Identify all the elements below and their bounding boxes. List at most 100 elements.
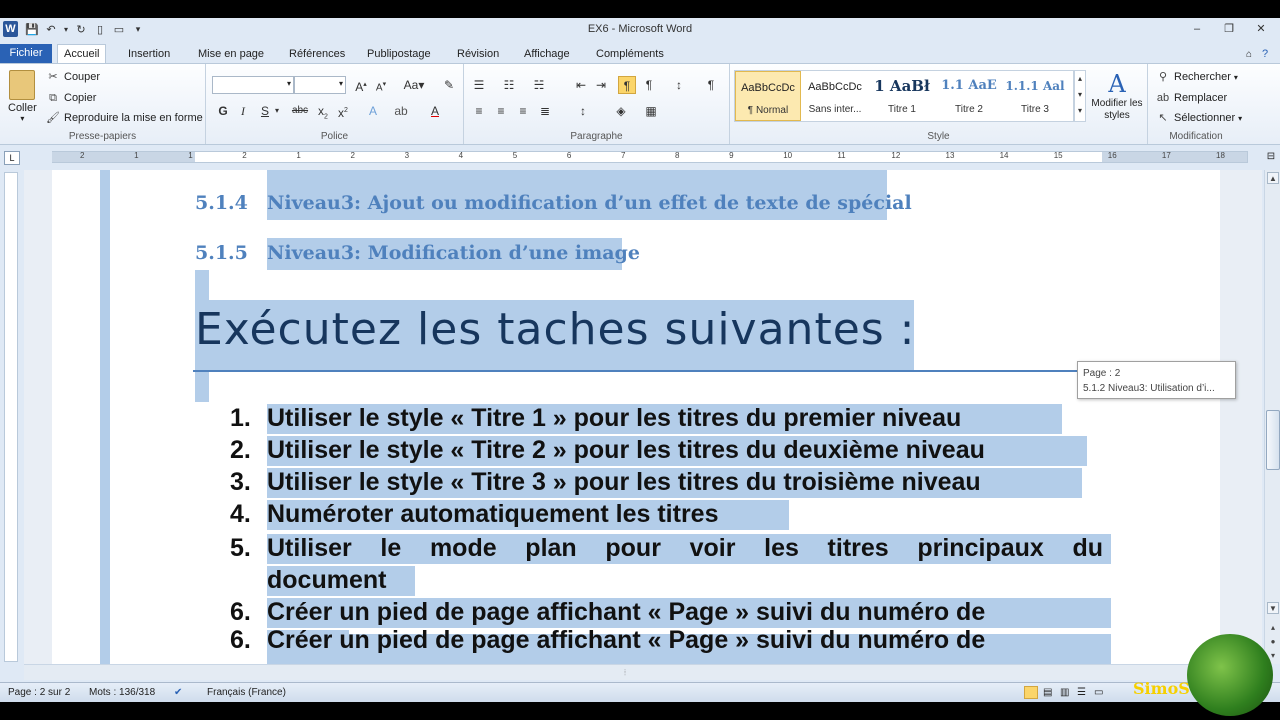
replace-button[interactable]: ab Remplacer [1156,91,1227,105]
vertical-scrollbar[interactable]: ▲ ▼ ▴ ● ▾ [1264,170,1280,664]
find-button[interactable]: ⚲ Rechercher ▾ [1156,70,1238,84]
tab-publipostage[interactable]: Publipostage [361,45,437,64]
tab-complements[interactable]: Compléments [590,45,670,64]
font-color-icon[interactable]: A [426,102,444,120]
underline-dropdown-icon[interactable]: ▾ [272,102,282,120]
strikethrough-icon[interactable]: abc [288,102,312,120]
close-button[interactable]: ✕ [1250,21,1272,37]
style-titre-2[interactable]: 1.1 AaE Titre 2 [936,71,1002,121]
print-layout-icon[interactable] [1024,686,1038,699]
style-sans-interligne[interactable]: AaBbCcDc Sans inter... [802,71,868,121]
show-marks-icon[interactable]: ¶ [702,76,720,94]
line-spacing-icon[interactable]: ↕ [574,102,592,120]
tab-fichier[interactable]: Fichier [0,44,52,64]
document-page[interactable]: 5.1.4 Niveau3: Ajout ou modification d’u… [52,170,1220,664]
hscroll-grip-icon[interactable]: ⦙ [618,668,632,677]
status-page[interactable]: Page : 2 sur 2 [8,687,70,698]
text-effects-icon[interactable]: A [364,102,382,120]
binoculars-icon: ⚲ [1158,71,1168,83]
align-left-icon[interactable]: ≡ [470,102,488,120]
view-ruler-icon[interactable]: ⊟ [1264,151,1278,165]
grow-font-icon[interactable]: A▴ [352,76,370,94]
web-layout-icon[interactable]: ▥ [1060,687,1069,698]
restore-button[interactable]: ❐ [1218,21,1240,37]
minimize-button[interactable]: – [1186,21,1208,37]
font-size-combo[interactable]: ▾ [294,76,346,94]
style-titre-1[interactable]: 1 AaBł Titre 1 [869,71,935,121]
browse-object-icon[interactable]: ● [1267,636,1279,648]
tab-references[interactable]: Références [283,45,351,64]
highlight-icon[interactable]: ab [392,102,410,120]
ruler-number: 14 [999,151,1009,160]
list-item: Créer un pied de page affichant « Page »… [267,626,986,654]
document-title: Exécutez les taches suivantes : [195,304,916,355]
cut-label: Couper [64,71,101,83]
numbering-icon[interactable]: ☷ [500,76,518,94]
align-center-icon[interactable]: ≡ [492,102,510,120]
justify-icon[interactable]: ≣ [536,102,554,120]
tab-insertion[interactable]: Insertion [122,45,176,64]
paragraph-group-label: Paragraphe [570,131,623,142]
scroll-down-icon[interactable]: ▼ [1267,602,1279,614]
status-words[interactable]: Mots : 136/318 [89,687,155,698]
borders-icon[interactable]: ▦ [642,102,660,120]
ruler-bar[interactable] [52,151,1248,163]
tab-affichage[interactable]: Affichage [518,45,576,64]
shrink-font-icon[interactable]: A▾ [372,76,390,94]
style-titre-3[interactable]: 1.1.1 Aal Titre 3 [1003,71,1067,121]
heading3-text: Niveau3: Ajout ou modification d’un effe… [267,192,912,214]
brush-icon: 🖌 [46,112,60,124]
horizontal-scrollbar[interactable]: ⦙ [24,664,1264,680]
cut-button[interactable]: ✂ Couper [46,70,100,84]
full-screen-reading-icon[interactable]: ▤ [1043,687,1052,698]
status-language[interactable]: Français (France) [207,687,286,698]
style-name: ¶ Normal [747,105,789,116]
bullets-icon[interactable]: ☰ [470,76,488,94]
cursor-icon: ↖ [1158,112,1168,124]
select-button[interactable]: ↖ Sélectionner ▾ [1156,111,1242,125]
increase-indent-icon[interactable]: ⇥ [592,76,610,94]
shading-icon[interactable]: ◈ [612,102,630,120]
font-name-combo[interactable]: ▾ [212,76,294,94]
copy-button[interactable]: ⧉ Copier [46,91,96,105]
style-normal[interactable]: AaBbCcDc ¶ Normal [735,71,801,121]
ribbon: Coller ▾ ✂ Couper ⧉ Copier 🖌 Reproduire la … [0,63,1280,145]
styles-scroll-icon[interactable]: ▴ ▾ ▾ [1074,70,1086,122]
ruler-number: 3 [404,151,410,160]
tab-accueil[interactable]: Accueil [57,44,107,64]
rtl-icon[interactable]: ¶ [640,76,658,94]
help-icon[interactable]: ? [1256,45,1274,64]
paste-button[interactable]: Coller ▾ [8,70,37,123]
ruler-number: 1 [296,151,301,160]
sort-icon[interactable]: ↕ [670,76,688,94]
subscript-icon[interactable]: x2 [314,102,332,120]
multilevel-list-icon[interactable]: ☵ [530,76,548,94]
tab-selector-icon[interactable]: L [4,151,20,165]
scroll-tooltip: Page : 2 5.1.2 Niveau3: Utilisation d’i.… [1077,361,1236,399]
ltr-icon[interactable]: ¶ [618,76,636,94]
modify-styles-button[interactable]: A Modifier les styles [1090,70,1144,122]
prev-page-icon[interactable]: ▴ [1267,622,1279,634]
clipboard-group-label: Presse-papiers [68,131,137,142]
tab-revision[interactable]: Révision [451,45,505,64]
ruler-number: 2 [350,151,355,160]
change-case-icon[interactable]: Aa▾ [400,76,428,94]
outline-view-icon[interactable]: ☰ [1077,687,1086,698]
tab-mise-en-page[interactable]: Mise en page [192,45,270,64]
align-right-icon[interactable]: ≡ [514,102,532,120]
format-painter-label: Reproduire la mise en forme [64,112,203,124]
draft-view-icon[interactable]: ▭ [1094,687,1103,698]
format-painter-button[interactable]: 🖌 Reproduire la mise en forme [46,111,203,125]
spelling-check-icon[interactable]: ✔ [174,687,182,698]
editing-group: ⚲ Rechercher ▾ ab Remplacer ↖ Sélectionner ▾ … [1148,64,1244,144]
decrease-indent-icon[interactable]: ⇤ [572,76,590,94]
title-bar: W 💾 ↶ ▾ ↻ ▯ ▭ ▾ EX6 - Microsoft Word – ❐… [0,18,1280,42]
italic-icon[interactable]: I [234,102,252,120]
clear-format-icon[interactable]: ✎ [440,76,458,94]
superscript-icon[interactable]: x2 [334,102,352,120]
scroll-up-icon[interactable]: ▲ [1267,172,1279,184]
bold-icon[interactable]: G [214,102,232,120]
scroll-thumb[interactable] [1266,410,1280,470]
ruler-number: 1 [188,151,193,160]
clipboard-group: Coller ▾ ✂ Couper ⧉ Copier 🖌 Reproduire la … [0,64,206,144]
